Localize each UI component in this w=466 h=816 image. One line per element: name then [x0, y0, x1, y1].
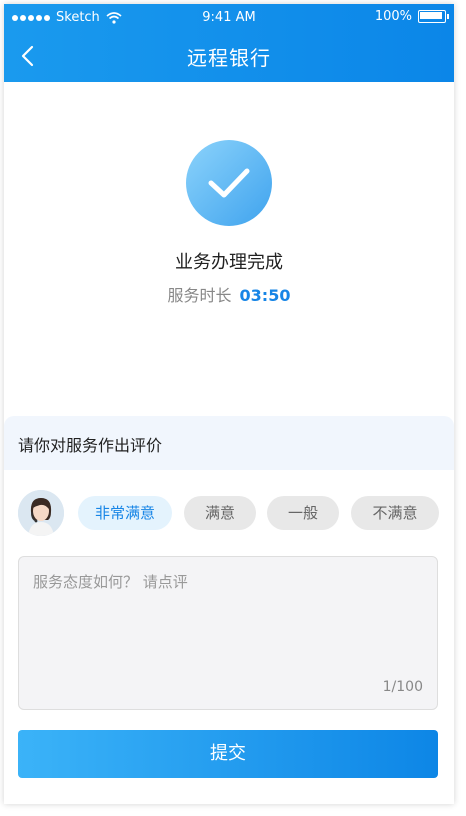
battery-icon	[418, 10, 449, 23]
service-duration: 服务时长 03:50	[4, 282, 454, 306]
comment-placeholder: 服务态度如何？ 请点评	[33, 573, 188, 591]
rating-option-very-satisfied[interactable]: 非常满意	[78, 496, 172, 530]
comment-input[interactable]: 服务态度如何？ 请点评 1/100	[18, 556, 438, 710]
character-counter: 1/100	[382, 679, 423, 695]
submit-button[interactable]: 提交	[18, 730, 438, 778]
rating-prompt: 请你对服务作出评价	[18, 436, 163, 455]
rating-option-unsatisfied[interactable]: 不满意	[351, 496, 439, 530]
duration-label: 服务时长	[167, 286, 232, 305]
rating-option-average[interactable]: 一般	[267, 496, 339, 530]
agent-photo-icon	[18, 490, 64, 536]
check-icon	[208, 168, 250, 198]
rating-option-satisfied[interactable]: 满意	[184, 496, 256, 530]
success-badge	[186, 140, 272, 226]
status-bar: Sketch 9:41 AM 100%	[4, 4, 454, 32]
page-title: 远程银行	[187, 46, 271, 70]
result-title: 业务办理完成	[175, 252, 283, 273]
phone-screen: Sketch 9:41 AM 100% 远程银行 业务办理完成 服务时长 03:5…	[4, 4, 454, 804]
rating-header: 请你对服务作出评价	[4, 416, 454, 470]
battery-label: 100%	[374, 9, 412, 24]
app-header: Sketch 9:41 AM 100% 远程银行	[4, 4, 454, 82]
agent-avatar	[18, 490, 64, 536]
duration-value: 03:50	[239, 286, 291, 305]
battery-group: 100%	[374, 9, 449, 24]
